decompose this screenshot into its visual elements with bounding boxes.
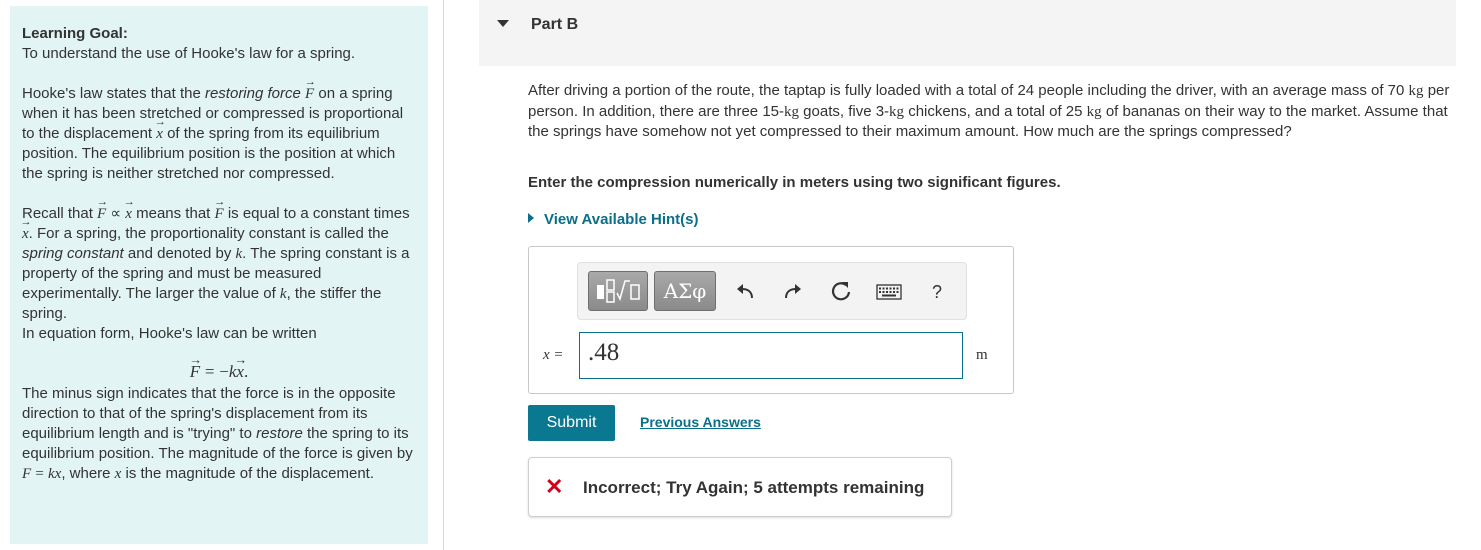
feedback-text: Incorrect; Try Again; 5 attempts remaini… — [583, 478, 925, 497]
redo-icon[interactable] — [778, 277, 808, 307]
answer-instruction: Enter the compression numerically in met… — [528, 174, 1061, 191]
reset-icon[interactable] — [826, 277, 856, 307]
minus-sign-paragraph: The minus sign indicates that the force … — [22, 385, 413, 482]
unit-label: m — [976, 347, 988, 363]
part-title: Part B — [531, 16, 579, 33]
learning-goal-title: Learning Goal: — [22, 25, 128, 42]
hookes-law-equation: F = −kx. — [22, 362, 416, 382]
templates-icon — [597, 279, 640, 303]
help-icon[interactable]: ? — [922, 277, 952, 307]
variable-label: x = — [543, 347, 564, 363]
question-text: After driving a portion of the route, th… — [528, 82, 1450, 140]
panel-divider — [443, 0, 444, 550]
previous-answers-link[interactable]: Previous Answers — [640, 414, 761, 430]
incorrect-x-icon: ✕ — [545, 474, 564, 499]
greek-symbols-button[interactable]: ΑΣφ — [654, 271, 716, 311]
learning-goal-panel: Learning Goal: To understand the use of … — [10, 6, 428, 544]
answer-input[interactable]: .48 — [579, 332, 963, 379]
proportionality-paragraph: Recall that F ∝ x means that F is equal … — [22, 204, 416, 324]
view-hints-link[interactable]: View Available Hint(s) — [528, 211, 699, 228]
templates-button[interactable] — [588, 271, 648, 311]
learning-goal-text: To understand the use of Hooke's law for… — [22, 45, 356, 62]
part-header[interactable]: Part B — [479, 0, 1456, 66]
equation-form-text: In equation form, Hooke's law can be wri… — [22, 325, 317, 342]
hookes-law-paragraph: Hooke's law states that the restoring fo… — [22, 84, 416, 184]
keyboard-icon[interactable] — [874, 277, 904, 307]
displacement-vector-symbol: x — [156, 124, 163, 144]
math-toolbar: ΑΣφ ? — [577, 262, 967, 320]
answer-box: ΑΣφ ? x = .48 m — [528, 246, 1014, 394]
undo-icon[interactable] — [730, 277, 760, 307]
expand-caret-icon — [528, 213, 534, 223]
force-vector-symbol: F — [305, 84, 314, 104]
feedback-box: ✕ Incorrect; Try Again; 5 attempts remai… — [528, 457, 952, 517]
collapse-caret-icon[interactable] — [497, 20, 509, 27]
submit-button[interactable]: Submit — [528, 405, 615, 441]
